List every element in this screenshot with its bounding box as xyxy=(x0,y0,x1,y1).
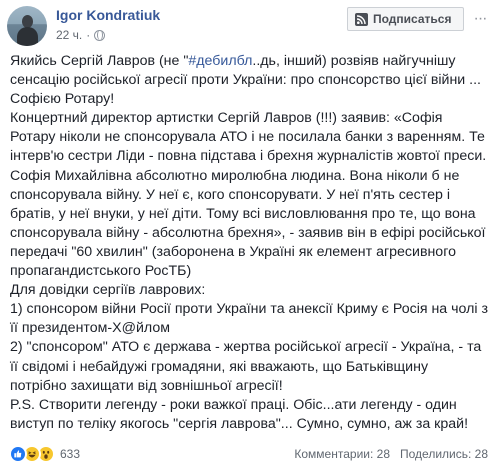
post-footer: 633 Комментарии: 28 Поделились: 28 xyxy=(0,442,496,466)
post-stats: Комментарии: 28 Поделились: 28 xyxy=(294,447,488,461)
post-paragraph-5: 2) "спонсором" АТО є держава - жертва ро… xyxy=(10,339,486,394)
globe-icon[interactable] xyxy=(94,29,106,41)
post-timestamp[interactable]: 22 ч. xyxy=(56,28,82,42)
author-avatar[interactable] xyxy=(7,6,47,46)
more-options-button[interactable]: ··· xyxy=(471,10,489,28)
author-name[interactable]: Igor Kondratiuk xyxy=(56,7,160,23)
post-paragraph-3: Для довідки сергіїв лаврових: xyxy=(10,282,206,299)
meta-separator: · xyxy=(86,28,91,42)
post-paragraph-6: P.S. Створити легенду - роки важкої прац… xyxy=(10,396,469,432)
avatar-body xyxy=(17,27,38,46)
comments-count-link[interactable]: Комментарии: 28 xyxy=(294,447,390,461)
like-icon xyxy=(9,445,27,463)
reactions-summary[interactable]: 633 xyxy=(9,445,80,463)
rss-icon xyxy=(355,12,368,26)
post-body: Якийсь Сергій Лавров (не "#дебилбл..дь, … xyxy=(10,52,488,434)
reaction-count: 633 xyxy=(60,447,81,461)
shares-count-link[interactable]: Поделились: 28 xyxy=(400,447,488,461)
subscribe-button[interactable]: Подписаться xyxy=(347,7,464,31)
post-paragraph-4: 1) спонсором війни Росії проти України т… xyxy=(10,301,492,337)
post-paragraph-1: Якийсь Сергій Лавров (не "#дебилбл..дь, … xyxy=(10,52,488,109)
hashtag-link[interactable]: #дебилбл xyxy=(188,53,252,69)
post-text-segment: Якийсь Сергій Лавров (не " xyxy=(10,53,189,69)
facebook-post: Igor Kondratiuk 22 ч. · Подписаться ··· … xyxy=(0,0,496,473)
post-meta: 22 ч. · xyxy=(56,28,106,42)
subscribe-label: Подписаться xyxy=(373,12,452,26)
post-paragraph-2: Концертний директор артистки Сергій Лавр… xyxy=(10,110,491,280)
